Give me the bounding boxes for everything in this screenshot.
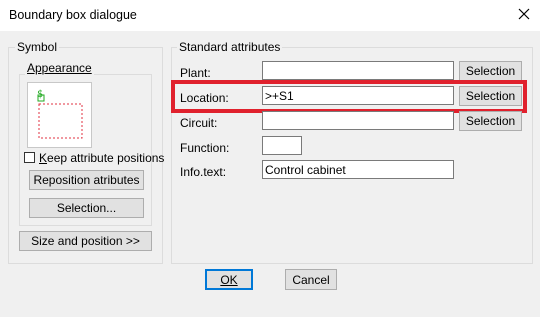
location-input[interactable]: >+S1 xyxy=(262,86,454,105)
circuit-input[interactable] xyxy=(262,111,454,130)
window-title: Boundary box dialogue xyxy=(9,8,137,22)
info-text-label: Info.text: xyxy=(180,165,227,179)
keep-positions-label: Keep attribute positions xyxy=(39,151,165,165)
plant-label: Plant: xyxy=(180,66,211,80)
appearance-group-label: Appearance xyxy=(25,61,94,75)
plant-selection-button[interactable]: Selection xyxy=(459,61,522,81)
title-bar: Boundary box dialogue xyxy=(0,0,540,31)
symbol-selection-button[interactable]: Selection... xyxy=(29,198,144,218)
keep-positions-checkbox[interactable] xyxy=(24,152,35,163)
location-label: Location: xyxy=(180,91,229,105)
cancel-button[interactable]: Cancel xyxy=(285,269,337,290)
size-and-position-button[interactable]: Size and position >> xyxy=(19,231,152,251)
circuit-selection-button[interactable]: Selection xyxy=(459,111,522,131)
symbol-group-label: Symbol xyxy=(15,40,60,54)
info-text-input[interactable]: Control cabinet xyxy=(262,160,454,179)
preview-marker: $ xyxy=(37,89,44,100)
reposition-attributes-button[interactable]: Reposition atributes xyxy=(29,170,144,190)
close-icon[interactable] xyxy=(514,4,534,24)
function-label: Function: xyxy=(180,141,230,155)
ok-button[interactable]: OK xyxy=(205,269,253,290)
standard-attributes-label: Standard attributes xyxy=(177,40,283,54)
plant-input[interactable] xyxy=(262,61,454,80)
function-input[interactable] xyxy=(262,136,302,155)
circuit-label: Circuit: xyxy=(180,116,218,130)
symbol-preview: $ xyxy=(27,82,92,148)
location-selection-button[interactable]: Selection xyxy=(459,86,522,106)
